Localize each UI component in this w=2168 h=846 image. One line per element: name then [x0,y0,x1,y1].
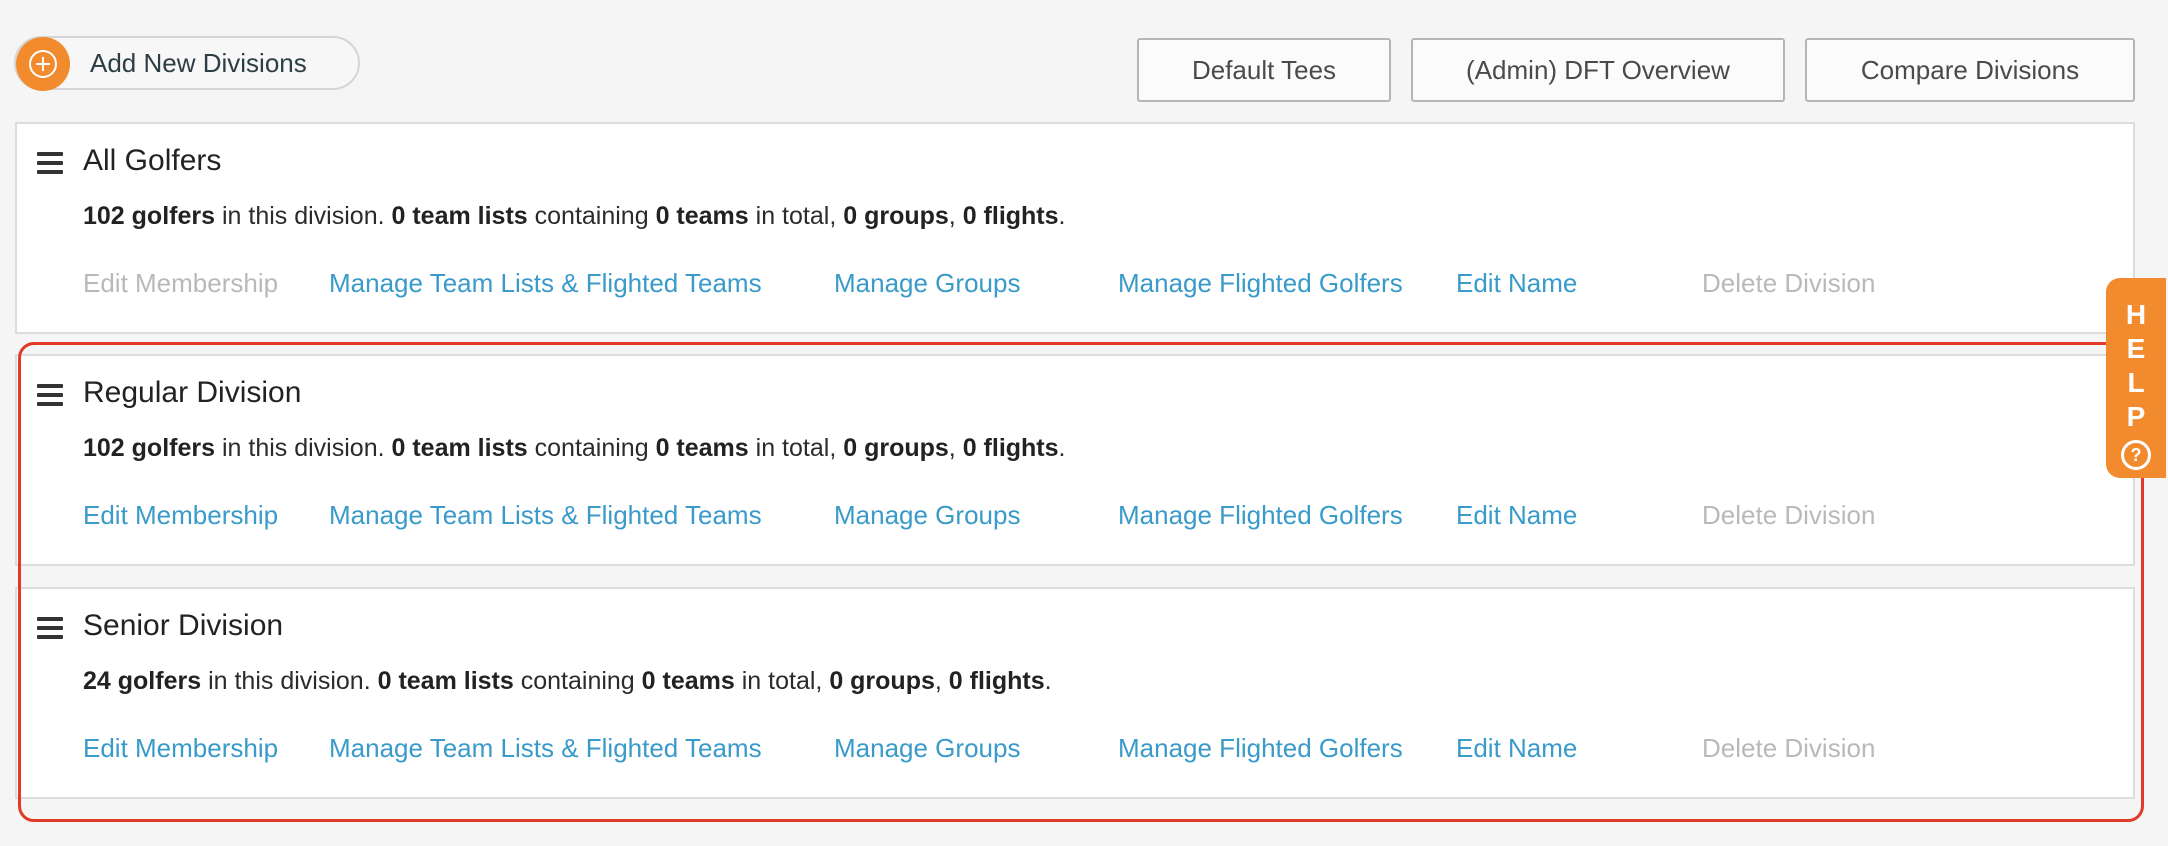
summary-text: containing [520,667,635,695]
drag-handle-icon[interactable] [37,617,63,639]
delete-division-link: Delete Division [1702,268,1876,298]
manage-team-lists-link[interactable]: Manage Team Lists & Flighted Teams [329,733,762,764]
group-count: 0 groups [843,202,949,230]
edit-membership-link[interactable]: Edit Membership [83,500,278,531]
division-name: Regular Division [83,376,302,409]
team-list-count: 0 team lists [391,202,528,230]
manage-flighted-golfers-link[interactable]: Manage Flighted Golfers [1118,733,1403,764]
manage-team-lists-link[interactable]: Manage Team Lists & Flighted Teams [329,268,762,299]
team-count: 0 teams [655,202,749,230]
delete-division-link: Delete Division [1702,733,1876,763]
drag-handle-icon[interactable] [37,384,63,406]
team-list-count: 0 team lists [377,667,514,695]
flight-count: 0 flights [948,667,1045,695]
edit-name-link[interactable]: Edit Name [1456,268,1577,299]
summary-text: containing [534,434,649,462]
edit-membership-link[interactable]: Edit Membership [83,733,278,764]
summary-text: in total, [755,434,837,462]
default-tees-button[interactable]: Default Tees [1137,38,1391,102]
compare-divisions-button[interactable]: Compare Divisions [1805,38,2135,102]
summary-text: containing [534,202,649,230]
team-count: 0 teams [655,434,749,462]
flight-count: 0 flights [962,202,1059,230]
add-new-divisions-label: Add New Divisions [90,48,307,78]
manage-flighted-golfers-link[interactable]: Manage Flighted Golfers [1118,500,1403,531]
edit-name-link[interactable]: Edit Name [1456,733,1577,764]
golfer-count: 102 golfers [83,434,216,462]
manage-groups-link[interactable]: Manage Groups [834,733,1020,764]
summary-text: , [934,667,942,695]
help-tab[interactable]: HELP ? [2106,278,2166,478]
dft-overview-button[interactable]: (Admin) DFT Overview [1411,38,1785,102]
edit-name-link[interactable]: Edit Name [1456,500,1577,531]
summary-text: in total, [741,667,823,695]
group-count: 0 groups [829,667,935,695]
manage-flighted-golfers-link[interactable]: Manage Flighted Golfers [1118,268,1403,299]
help-label: HELP [2125,299,2147,432]
manage-groups-link[interactable]: Manage Groups [834,268,1020,299]
summary-text: . [1044,667,1052,695]
summary-text: in this division. [221,202,385,230]
add-circle-icon [16,37,70,91]
team-list-count: 0 team lists [391,434,528,462]
delete-division-link: Delete Division [1702,500,1876,530]
team-count: 0 teams [641,667,735,695]
manage-team-lists-link[interactable]: Manage Team Lists & Flighted Teams [329,500,762,531]
edit-membership-link: Edit Membership [83,268,279,298]
summary-text: . [1058,202,1066,230]
golfer-count: 24 golfers [83,667,202,695]
summary-text: in total, [755,202,837,230]
group-count: 0 groups [843,434,949,462]
summary-text: , [948,202,956,230]
summary-text: , [948,434,956,462]
division-name: All Golfers [83,144,222,177]
summary-text: in this division. [208,667,371,695]
division-panel: Senior Division 24 golfers in this divis… [15,587,2135,799]
division-summary: 102 golfers in this division. 0 team lis… [83,434,1066,463]
summary-text: in this division. [221,434,385,462]
division-name: Senior Division [83,609,284,642]
flight-count: 0 flights [962,434,1059,462]
drag-handle-icon[interactable] [37,152,63,174]
division-summary: 24 golfers in this division. 0 team list… [83,667,1052,696]
manage-groups-link[interactable]: Manage Groups [834,500,1020,531]
help-question-icon: ? [2121,440,2151,470]
division-summary: 102 golfers in this division. 0 team lis… [83,202,1066,231]
golfer-count: 102 golfers [83,202,216,230]
division-panel: All Golfers 102 golfers in this division… [15,122,2135,334]
summary-text: . [1058,434,1066,462]
add-new-divisions-button[interactable]: Add New Divisions [14,36,360,91]
division-panel: Regular Division 102 golfers in this div… [15,354,2135,566]
